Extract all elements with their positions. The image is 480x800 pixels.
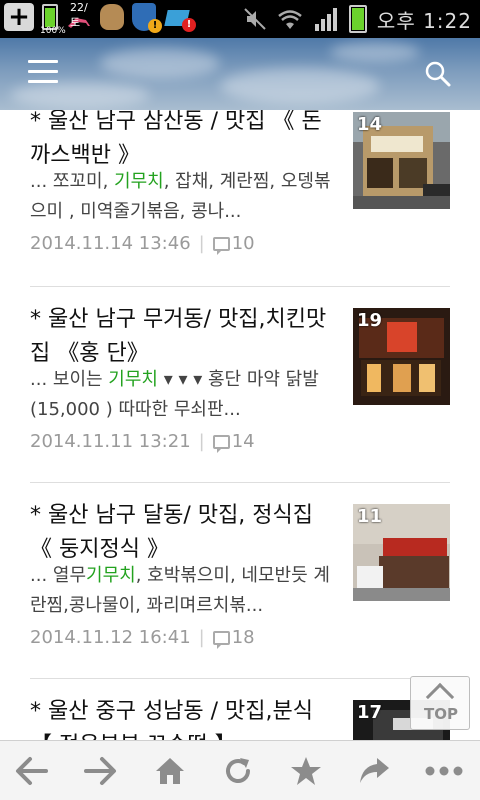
thumbnail-image-count: 19	[357, 310, 383, 331]
list-item[interactable]: * 울산 중구 성남동 / 맛집,분식 【 정은분분 꼬순떡 】 17	[30, 695, 450, 740]
forward-arrow-icon[interactable]	[80, 751, 120, 791]
browser-toolbar	[0, 740, 480, 800]
alert-badge-icon: !	[182, 18, 196, 32]
battery-widget-percent: 100%	[40, 26, 66, 36]
list-item[interactable]: * 울산 남구 삼산동 / 맛집 《 돈까스백반 》 ... 쪼꼬미, 기무치,…	[30, 110, 450, 275]
post-list[interactable]: * 울산 남구 삼산동 / 맛집 《 돈까스백반 》 ... 쪼꼬미, 기무치,…	[0, 110, 480, 740]
mute-icon	[244, 8, 266, 30]
post-excerpt: ... 쪼꼬미, 기무치, 잡채, 계란찜, 오뎅볶으미 , 미역줄기볶음, 콩…	[30, 171, 331, 222]
item-divider	[30, 286, 450, 287]
comment-count: 10	[231, 233, 255, 254]
post-thumbnail[interactable]: 19	[353, 308, 450, 405]
comment-count: 18	[231, 627, 255, 648]
post-excerpt: ... 보이는 기무치 ▾ ▾ ▾ 홍단 마약 닭발 (15,000 ) 따따한…	[30, 369, 319, 420]
refresh-icon[interactable]	[218, 751, 258, 791]
back-arrow-icon[interactable]	[12, 751, 52, 791]
comment-icon	[212, 434, 230, 453]
post-date: 2014.11.14 13:46	[30, 233, 191, 254]
scroll-to-top-label: TOP	[424, 705, 458, 723]
item-divider	[30, 482, 450, 483]
comment-icon	[212, 236, 230, 255]
home-icon[interactable]	[150, 751, 190, 791]
post-meta: 2014.11.14 13:46 | 10	[30, 233, 255, 255]
item-divider	[30, 678, 450, 679]
thumbnail-image-count: 14	[357, 114, 383, 135]
scroll-to-top-button[interactable]: TOP	[410, 676, 470, 730]
battery-icon	[348, 5, 367, 33]
post-meta: 2014.11.12 16:41 | 18	[30, 627, 255, 649]
post-title[interactable]: * 울산 중구 성남동 / 맛집,분식 【 정은분분 꼬순떡 】	[30, 695, 340, 740]
high-heel-icon: 22/토	[66, 1, 92, 30]
wifi-icon	[278, 10, 302, 29]
star-icon[interactable]	[286, 751, 326, 791]
hamburger-menu-icon[interactable]	[28, 60, 60, 86]
teddy-bear-icon	[100, 4, 124, 30]
post-title[interactable]: * 울산 남구 삼산동 / 맛집 《 돈까스백반 》	[30, 110, 340, 173]
list-item[interactable]: * 울산 남구 무거동/ 맛집,치킨맛집 《홍 단》 ... 보이는 기무치 ▾…	[30, 303, 450, 473]
warning-badge-icon: !	[148, 19, 162, 33]
list-item[interactable]: * 울산 남구 달동/ 맛집, 정식집 《 둥지정식 》 ... 열무기무치, …	[30, 499, 450, 669]
post-title[interactable]: * 울산 남구 달동/ 맛집, 정식집 《 둥지정식 》	[30, 499, 340, 567]
thumbnail-image-count: 11	[357, 506, 383, 527]
status-date: 22/토	[70, 1, 88, 29]
comment-count: 14	[231, 431, 255, 452]
post-date: 2014.11.12 16:41	[30, 627, 191, 648]
thumbnail-image-count: 17	[357, 702, 383, 723]
post-thumbnail[interactable]: 11	[353, 504, 450, 601]
signal-icon	[314, 8, 337, 31]
comment-icon	[212, 630, 230, 649]
post-meta: 2014.11.11 13:21 | 14	[30, 431, 255, 453]
app-header	[0, 38, 480, 110]
post-title[interactable]: * 울산 남구 무거동/ 맛집,치킨맛집 《홍 단》	[30, 303, 340, 371]
add-notification-icon: +	[4, 3, 34, 31]
search-icon[interactable]	[424, 60, 452, 88]
post-thumbnail[interactable]: 14	[353, 112, 450, 209]
status-bar: + 100% 22/토 ! ! 오후 1:22	[0, 0, 480, 38]
battery-widget-icon: 100%	[40, 4, 66, 36]
cleaner-app-icon: !	[164, 4, 196, 32]
more-icon[interactable]	[424, 751, 464, 791]
post-date: 2014.11.11 13:21	[30, 431, 191, 452]
security-shield-icon: !	[132, 3, 162, 33]
share-icon[interactable]	[354, 751, 394, 791]
post-excerpt: ... 열무기무치, 호박볶으미, 네모반듯 계란찜,콩나물이, 꽈리며르치볶.…	[30, 565, 330, 616]
status-time: 오후 1:22	[376, 8, 472, 33]
